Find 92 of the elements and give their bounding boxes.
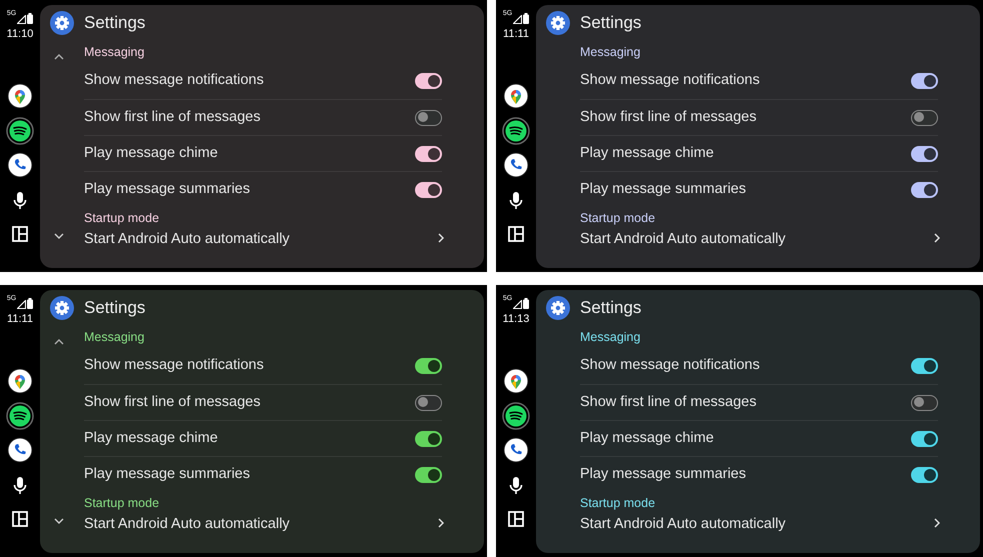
map-pin-icon[interactable] (7, 368, 33, 394)
toggle-switch[interactable] (415, 73, 442, 89)
settings-title: Settings (580, 297, 642, 320)
setting-label[interactable]: Play message chime (580, 142, 714, 164)
dashboard-icon[interactable] (508, 226, 524, 242)
section-header: Messaging (580, 328, 640, 346)
music-app-icon[interactable] (6, 116, 34, 144)
section-header: Startup mode (84, 494, 160, 512)
toggle-switch[interactable] (911, 110, 938, 126)
setting-label[interactable]: Play message chime (84, 142, 218, 164)
settings-title: Settings (580, 12, 642, 34)
signal-icon (513, 300, 522, 309)
setting-label[interactable]: Start Android Auto automatically (84, 514, 290, 536)
toggle-switch[interactable] (911, 182, 938, 198)
signal-icon (513, 15, 522, 24)
toggle-switch[interactable] (911, 430, 938, 446)
microphone-icon[interactable] (13, 192, 27, 210)
status-time: 11:11 (503, 27, 529, 42)
toggle-switch[interactable] (415, 430, 442, 446)
settings-icon[interactable] (50, 11, 74, 35)
toggle-switch[interactable] (911, 146, 938, 162)
settings-icon[interactable] (546, 296, 570, 320)
signal-icon (17, 15, 26, 24)
battery-icon (523, 298, 530, 309)
setting-label[interactable]: Show message notifications (580, 70, 760, 92)
map-pin-icon[interactable] (503, 368, 529, 394)
section-header: Startup mode (580, 494, 656, 512)
battery-icon (523, 13, 530, 24)
setting-label[interactable]: Play message summaries (84, 464, 250, 486)
toggle-switch[interactable] (911, 73, 938, 89)
setting-label[interactable]: Play message chime (580, 428, 714, 450)
toggle-switch[interactable] (415, 394, 442, 410)
battery-icon (27, 13, 34, 24)
phone-icon[interactable] (7, 436, 33, 462)
map-pin-icon[interactable] (7, 82, 33, 108)
chevron-up-icon[interactable] (54, 54, 64, 60)
status-time: 11:11 (7, 312, 33, 327)
section-header: Startup mode (580, 210, 656, 227)
phone-icon[interactable] (503, 152, 529, 178)
section-header: Messaging (580, 44, 640, 61)
chevron-right-icon[interactable] (934, 518, 940, 528)
setting-label[interactable]: Play message summaries (84, 178, 250, 200)
setting-label[interactable]: Show message notifications (84, 70, 264, 92)
setting-label[interactable]: Start Android Auto automatically (84, 229, 290, 251)
toggle-switch[interactable] (911, 358, 938, 374)
setting-label[interactable]: Show first line of messages (580, 106, 756, 128)
map-pin-icon[interactable] (503, 82, 529, 108)
toggle-switch[interactable] (415, 466, 442, 482)
phone-icon[interactable] (7, 152, 33, 178)
settings-icon[interactable] (546, 11, 570, 35)
music-app-icon[interactable] (502, 116, 530, 144)
toggle-switch[interactable] (415, 146, 442, 162)
chevron-up-icon[interactable] (54, 339, 64, 345)
section-header: Messaging (84, 44, 144, 61)
microphone-icon[interactable] (509, 476, 523, 494)
setting-label[interactable]: Show message notifications (84, 355, 264, 377)
setting-label[interactable]: Play message summaries (580, 464, 746, 486)
dashboard-icon[interactable] (12, 226, 28, 242)
dashboard-icon[interactable] (508, 510, 524, 526)
music-app-icon[interactable] (502, 402, 530, 430)
music-app-icon[interactable] (6, 402, 34, 430)
setting-label[interactable]: Play message chime (84, 428, 218, 450)
setting-label[interactable]: Show message notifications (580, 355, 760, 377)
setting-label[interactable]: Show first line of messages (84, 392, 260, 414)
status-time: 11:10 (6, 27, 34, 42)
settings-title: Settings (84, 297, 146, 320)
toggle-switch[interactable] (911, 394, 938, 410)
signal-icon (17, 300, 26, 309)
toggle-switch[interactable] (911, 466, 938, 482)
microphone-icon[interactable] (13, 476, 27, 494)
phone-icon[interactable] (503, 436, 529, 462)
setting-label[interactable]: Show first line of messages (84, 106, 260, 128)
status-time: 11:13 (502, 312, 530, 327)
dashboard-icon[interactable] (12, 510, 28, 526)
setting-label[interactable]: Start Android Auto automatically (580, 514, 786, 536)
setting-label[interactable]: Play message summaries (580, 178, 746, 200)
settings-title: Settings (84, 12, 146, 34)
toggle-switch[interactable] (415, 110, 442, 126)
chevron-right-icon[interactable] (934, 233, 940, 243)
setting-label[interactable]: Start Android Auto automatically (580, 229, 786, 251)
setting-label[interactable]: Show first line of messages (580, 392, 756, 414)
settings-icon[interactable] (50, 296, 74, 320)
section-header: Startup mode (84, 210, 160, 227)
chevron-right-icon[interactable] (438, 518, 444, 528)
chevron-down-icon[interactable] (54, 518, 64, 524)
microphone-icon[interactable] (509, 192, 523, 210)
battery-icon (27, 298, 34, 309)
toggle-switch[interactable] (415, 182, 442, 198)
section-header: Messaging (84, 328, 144, 346)
chevron-down-icon[interactable] (54, 233, 64, 239)
chevron-right-icon[interactable] (438, 233, 444, 243)
toggle-switch[interactable] (415, 358, 442, 374)
